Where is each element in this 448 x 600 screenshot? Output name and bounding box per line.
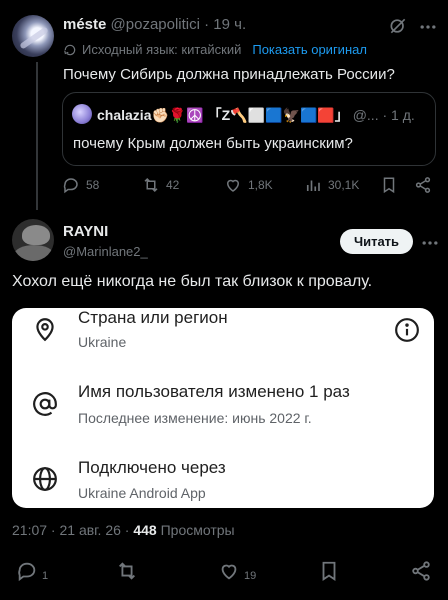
info-icon[interactable]: [394, 317, 420, 343]
country-title: Страна или регион: [78, 308, 228, 327]
share-icon: [412, 561, 430, 581]
bookmark-button[interactable]: [380, 176, 398, 194]
views-icon: [306, 180, 320, 191]
connected-via-row: Подключено через Ukraine Android App: [12, 448, 434, 508]
views-count: 448: [133, 522, 157, 538]
grok-icon[interactable]: [388, 16, 408, 36]
tweet-actions: 1 19: [0, 560, 448, 584]
tweet-actions: 58 42 1,8K 30,1K: [62, 176, 438, 198]
tweet-header: méste @pozapolitici · 19 ч.: [63, 16, 246, 33]
avatar[interactable]: [12, 15, 54, 57]
username-change-title: Имя пользователя изменено 1 раз: [78, 382, 350, 401]
tweet-timestamp[interactable]: 21:07 · 21 авг. 26 ·: [12, 522, 129, 538]
quote-text: почему Крым должен быть украинским?: [73, 135, 353, 152]
follow-button[interactable]: Читать: [340, 229, 413, 254]
country-value: Ukraine: [78, 334, 127, 350]
show-original-link[interactable]: Показать оригинал: [252, 42, 367, 57]
tweet-text: Хохол ещё никогда не был так близок к пр…: [12, 273, 373, 290]
avatar[interactable]: [12, 219, 54, 261]
quote-time: · 1 д.: [382, 107, 415, 123]
translation-note: Исходный язык: китайский: [82, 42, 242, 57]
reply-icon: [18, 562, 36, 582]
connected-via-value: Ukraine Android App: [78, 485, 206, 501]
quoted-tweet[interactable]: chalazia✊🏻🌹☮️ 「Z🪓⬜🟦🦅🟦🟥」 @... · 1 д. поче…: [62, 92, 436, 166]
views-label: Просмотры: [160, 522, 235, 538]
like-count: 1,8K: [248, 178, 273, 192]
more-icon[interactable]: [420, 233, 440, 253]
account-info-card: Страна или регион Ukraine Имя пользовате…: [12, 308, 434, 508]
country-row: Страна или регион Ukraine: [12, 308, 434, 368]
thread-line: [36, 62, 38, 210]
tweet-time[interactable]: · 19 ч.: [204, 16, 246, 33]
reply-count: 1: [42, 570, 49, 582]
quote-avatar: [72, 104, 92, 124]
repost-count: 42: [166, 178, 180, 192]
reply-button[interactable]: 1: [16, 560, 48, 582]
repost-icon: [144, 177, 158, 193]
repost-icon: [119, 562, 135, 580]
share-button[interactable]: [414, 176, 432, 194]
tweet-original[interactable]: méste @pozapolitici · 19 ч. Исходный язы…: [0, 0, 448, 210]
translate-icon: [64, 44, 76, 55]
like-count: 19: [244, 570, 257, 582]
quote-author-name: chalazia✊🏻🌹☮️ 「Z🪓⬜🟦🦅🟦🟥」: [97, 107, 349, 123]
like-button[interactable]: 1,8K: [224, 176, 273, 194]
location-pin-icon: [36, 318, 54, 342]
like-icon: [226, 179, 240, 192]
repost-button[interactable]: [116, 560, 138, 582]
author-handle[interactable]: @Marinlane2_: [63, 244, 148, 259]
more-icon[interactable]: [418, 17, 438, 37]
globe-icon: [33, 467, 57, 491]
author-name[interactable]: RAYNI: [63, 223, 108, 240]
quote-author-handle: @...: [352, 107, 379, 123]
views-button[interactable]: 30,1K: [304, 176, 359, 194]
share-icon: [415, 177, 431, 193]
bookmark-icon: [322, 561, 336, 581]
repost-button[interactable]: 42: [142, 176, 179, 194]
bookmark-icon: [383, 177, 395, 194]
like-button[interactable]: 19: [218, 560, 256, 582]
tweet-meta: 21:07 · 21 авг. 26 · 448 Просмотры: [12, 522, 235, 538]
at-sign-icon: [33, 392, 57, 416]
tweet-text: Почему Сибирь должна принадлежать России…: [63, 66, 395, 83]
quote-header: chalazia✊🏻🌹☮️ 「Z🪓⬜🟦🦅🟦🟥」 @... · 1 д.: [97, 105, 433, 125]
author-name[interactable]: méste: [63, 16, 106, 33]
translation-row: Исходный язык: китайский Показать оригин…: [63, 42, 367, 57]
username-change-row: Имя пользователя изменено 1 раз Последне…: [12, 376, 434, 436]
connected-via-title: Подключено через: [78, 458, 226, 477]
views-count: 30,1K: [328, 178, 360, 192]
username-change-value: Последнее изменение: июнь 2022 г.: [78, 410, 312, 426]
author-handle[interactable]: @pozapolitici: [111, 16, 200, 33]
reply-count: 58: [86, 178, 100, 192]
reply-button[interactable]: 58: [62, 176, 99, 194]
bookmark-button[interactable]: [318, 560, 340, 582]
reply-icon: [63, 178, 78, 194]
share-button[interactable]: [410, 560, 432, 582]
like-icon: [221, 564, 237, 580]
